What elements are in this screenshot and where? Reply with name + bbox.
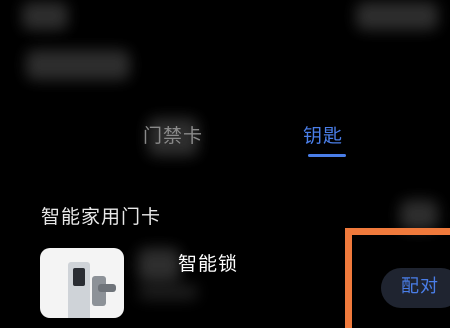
redacted-region-device-name [138, 248, 180, 282]
pair-button-label: 配对 [401, 276, 439, 297]
section-title: 智能家用门卡 [41, 206, 162, 228]
redacted-region-header-left [26, 50, 130, 80]
pair-button[interactable]: 配对 [381, 268, 450, 308]
redacted-region-status-left [22, 2, 68, 30]
device-thumbnail[interactable] [40, 248, 124, 318]
redacted-region-status-right [356, 2, 438, 30]
active-tab-indicator [308, 154, 346, 157]
tab-access-card[interactable]: 门禁卡 [143, 124, 203, 148]
redacted-region-device-subtitle [138, 284, 198, 300]
device-name: 智能锁 [178, 253, 239, 275]
tab-key[interactable]: 钥匙 [303, 124, 343, 148]
redacted-region-right [400, 200, 438, 230]
